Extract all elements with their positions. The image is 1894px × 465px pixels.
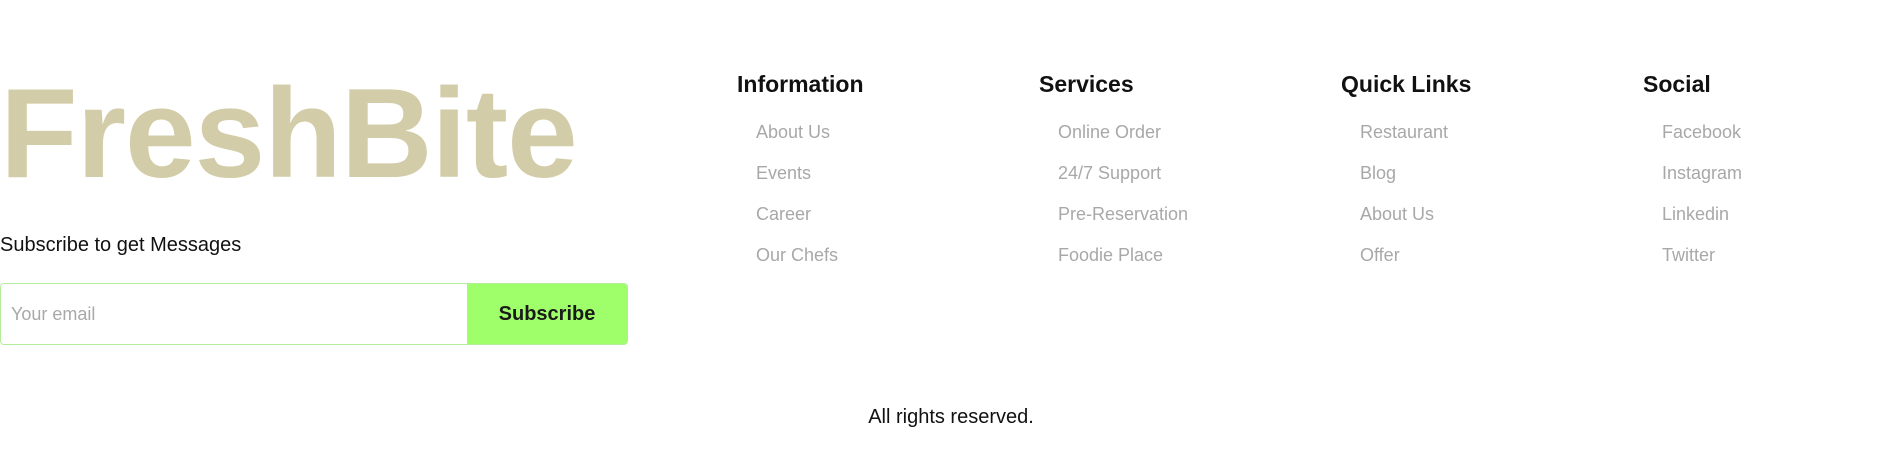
footer-column-quick-links: Quick Links Restaurant Blog About Us Off… <box>1341 70 1631 286</box>
link-our-chefs[interactable]: Our Chefs <box>756 245 838 265</box>
footer-column-information: Information About Us Events Career Our C… <box>737 70 1027 286</box>
list-item: Pre-Reservation <box>1058 204 1329 245</box>
link-twitter[interactable]: Twitter <box>1662 245 1715 265</box>
column-title: Social <box>1643 71 1711 97</box>
list-item: About Us <box>1360 204 1631 245</box>
brand-block: FreshBite <box>0 70 640 197</box>
column-title: Services <box>1039 71 1134 97</box>
link-blog[interactable]: Blog <box>1360 163 1396 183</box>
link-offer[interactable]: Offer <box>1360 245 1400 265</box>
list-item: Linkedin <box>1662 204 1894 245</box>
list-item: Our Chefs <box>756 245 1027 286</box>
link-list: Online Order 24/7 Support Pre-Reservatio… <box>1039 122 1329 286</box>
copyright-text: All rights reserved. <box>868 406 1034 428</box>
link-instagram[interactable]: Instagram <box>1662 163 1742 183</box>
footer-column-social: Social Facebook Instagram Linkedin Twitt… <box>1643 70 1894 286</box>
list-item: Offer <box>1360 245 1631 286</box>
list-item: Instagram <box>1662 163 1894 204</box>
link-events[interactable]: Events <box>756 163 811 183</box>
site-footer: FreshBite Subscribe to get Messages Subs… <box>0 0 1894 465</box>
column-title: Quick Links <box>1341 71 1472 97</box>
link-list: Restaurant Blog About Us Offer <box>1341 122 1631 286</box>
link-career[interactable]: Career <box>756 204 811 224</box>
brand-logo[interactable]: FreshBite <box>0 70 640 197</box>
list-item: Online Order <box>1058 122 1329 163</box>
link-support[interactable]: 24/7 Support <box>1058 163 1161 183</box>
link-about-us[interactable]: About Us <box>1360 204 1434 224</box>
column-title: Information <box>737 71 864 97</box>
link-facebook[interactable]: Facebook <box>1662 122 1741 142</box>
list-item: Events <box>756 163 1027 204</box>
link-foodie-place[interactable]: Foodie Place <box>1058 245 1163 265</box>
link-about-us[interactable]: About Us <box>756 122 830 142</box>
list-item: Twitter <box>1662 245 1894 286</box>
list-item: Career <box>756 204 1027 245</box>
list-item: Foodie Place <box>1058 245 1329 286</box>
subscribe-caption: Subscribe to get Messages <box>0 234 242 256</box>
link-list: About Us Events Career Our Chefs <box>737 122 1027 286</box>
subscribe-button[interactable]: Subscribe <box>467 284 627 344</box>
link-linkedin[interactable]: Linkedin <box>1662 204 1729 224</box>
list-item: Blog <box>1360 163 1631 204</box>
link-list: Facebook Instagram Linkedin Twitter <box>1643 122 1894 286</box>
link-restaurant[interactable]: Restaurant <box>1360 122 1448 142</box>
link-pre-reservation[interactable]: Pre-Reservation <box>1058 204 1188 224</box>
email-input[interactable] <box>1 284 467 344</box>
list-item: About Us <box>756 122 1027 163</box>
subscribe-form: Subscribe <box>0 283 628 345</box>
link-online-order[interactable]: Online Order <box>1058 122 1161 142</box>
list-item: 24/7 Support <box>1058 163 1329 204</box>
list-item: Restaurant <box>1360 122 1631 163</box>
list-item: Facebook <box>1662 122 1894 163</box>
footer-column-services: Services Online Order 24/7 Support Pre-R… <box>1039 70 1329 286</box>
